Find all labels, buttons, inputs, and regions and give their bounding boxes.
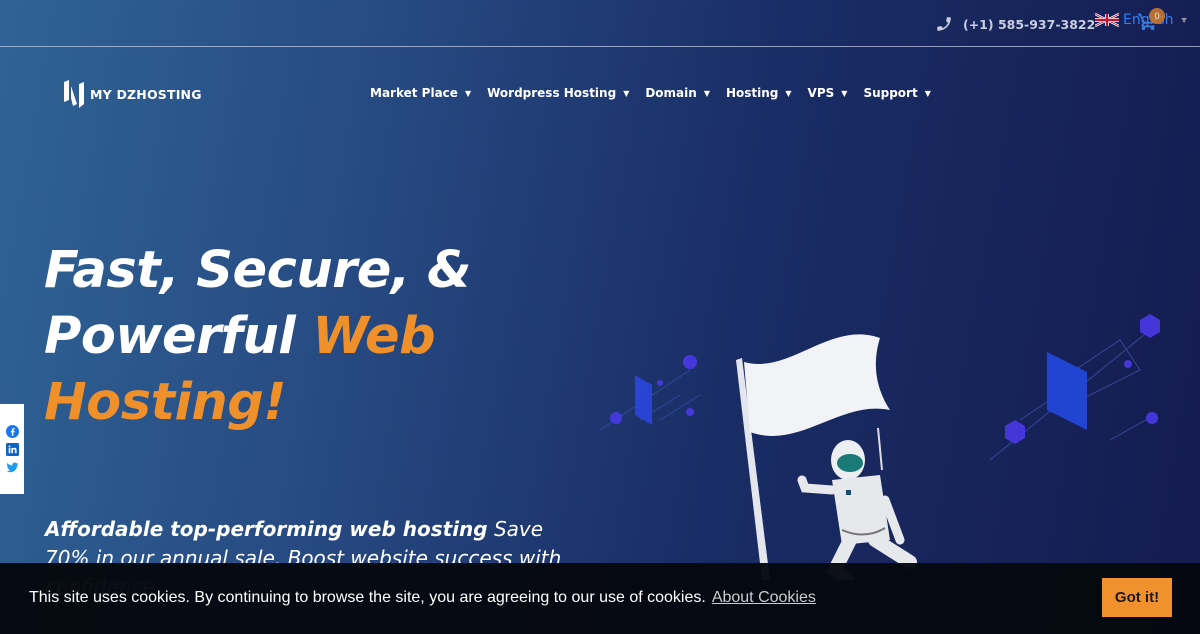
decorative-network-left [599, 355, 701, 431]
nav-vps[interactable]: VPS ▼ [808, 86, 848, 100]
top-bar: (+1) 585-937-3822 English ▼ 0 [0, 0, 1200, 47]
hero-title-line1: Fast, Secure, & [44, 241, 471, 300]
nav-label: Hosting [725, 86, 779, 100]
cookie-message-text: This site uses cookies. By continuing to… [29, 589, 706, 606]
flag [736, 334, 890, 580]
hero-subtitle-bold: Affordable top-performing web hosting [45, 517, 488, 541]
phone-icon [937, 17, 951, 31]
chevron-down-icon: ▼ [785, 88, 792, 98]
cookie-message: This site uses cookies. By continuing to… [29, 589, 816, 607]
nav-label: VPS [807, 86, 835, 100]
logo-icon [64, 80, 84, 108]
cart-count-badge: 0 [1149, 8, 1165, 24]
accept-cookies-button[interactable]: Got it! [1102, 578, 1172, 617]
hero-title-line2: Powerful [44, 307, 313, 366]
nav-domain[interactable]: Domain ▼ [645, 86, 710, 100]
chevron-down-icon: ▼ [703, 88, 710, 98]
about-cookies-link[interactable]: About Cookies [712, 589, 816, 606]
phone-number[interactable]: (+1) 585-937-3822 [963, 17, 1095, 32]
phone-contact[interactable]: (+1) 585-937-3822 [935, 15, 1095, 33]
nav-label: Market Place [370, 86, 458, 100]
nav-support[interactable]: Support ▼ [863, 86, 930, 100]
nav-label: Support [863, 86, 918, 100]
astronaut [797, 427, 917, 580]
uk-flag-icon [1095, 12, 1119, 28]
chevron-down-icon: ▼ [924, 88, 931, 98]
cookie-consent-banner: This site uses cookies. By continuing to… [0, 563, 1200, 634]
nav-label: Domain [645, 86, 697, 100]
chevron-down-icon: ▼ [841, 88, 848, 98]
hero-title-accent: Web [312, 307, 436, 366]
site-logo[interactable]: MY DZHOSTING [62, 78, 202, 110]
social-share-bar [0, 404, 24, 494]
nav-label: Wordpress Hosting [487, 86, 617, 100]
chevron-down-icon: ▼ [623, 88, 630, 98]
nav-wordpress-hosting[interactable]: Wordpress Hosting ▼ [487, 86, 629, 100]
nav-market-place[interactable]: Market Place ▼ [370, 86, 471, 100]
chevron-down-icon: ▼ [1179, 15, 1189, 25]
nav-hosting[interactable]: Hosting ▼ [726, 86, 792, 100]
chevron-down-icon: ▼ [464, 88, 472, 98]
hero-title-line3: Hosting! [44, 373, 287, 432]
hero-title: Fast, Secure, & Powerful Web Hosting! [44, 238, 564, 436]
decorative-network-right [989, 314, 1160, 461]
astronaut-flag-illustration [599, 314, 1160, 580]
linkedin-icon[interactable] [5, 442, 19, 456]
logo-text: MY DZHOSTING [90, 86, 202, 102]
twitter-icon[interactable] [6, 461, 19, 474]
main-nav: Market Place ▼ Wordpress Hosting ▼ Domain ▼… [370, 86, 931, 100]
facebook-icon[interactable] [5, 424, 19, 438]
